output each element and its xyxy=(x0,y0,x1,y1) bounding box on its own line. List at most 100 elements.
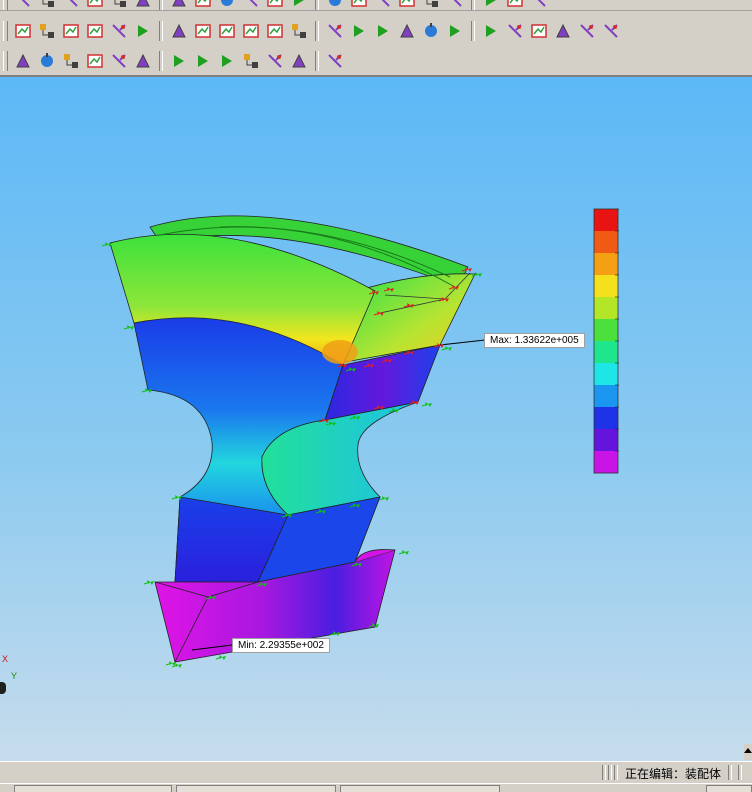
iso-clipping-icon[interactable] xyxy=(480,20,502,42)
temperature-icon[interactable] xyxy=(216,20,238,42)
axis-triad: X Y xyxy=(0,652,20,702)
zoom-out-icon[interactable] xyxy=(324,0,346,11)
toolbar-separator xyxy=(315,21,319,41)
next-frame-icon[interactable] xyxy=(216,50,238,72)
probe-icon[interactable] xyxy=(528,20,550,42)
legend-color-band xyxy=(594,297,618,320)
legend-color-band xyxy=(594,209,618,232)
triad-arrow-icon xyxy=(0,682,6,694)
section-clipping-icon[interactable] xyxy=(504,20,526,42)
plot-strain-icon[interactable] xyxy=(348,20,370,42)
connector-icon[interactable] xyxy=(168,20,190,42)
stress-plot-model xyxy=(101,215,486,668)
edit-definition-icon[interactable] xyxy=(12,50,34,72)
fixture-marker xyxy=(441,346,452,351)
mesh-icon[interactable] xyxy=(240,20,262,42)
taskbar-item[interactable] xyxy=(14,785,172,792)
restraint-icon[interactable] xyxy=(36,20,58,42)
legend-color-band xyxy=(594,275,618,298)
thermal-icon[interactable] xyxy=(132,20,154,42)
legend-color-band xyxy=(594,341,618,364)
toolbar-separator xyxy=(315,0,319,10)
pan-icon[interactable] xyxy=(372,0,394,11)
toolbar-separator xyxy=(159,21,163,41)
run-icon[interactable] xyxy=(264,20,286,42)
legend-color-band xyxy=(594,451,618,474)
max-stress-label: Max: 1.33622e+005 xyxy=(484,333,585,348)
properties-icon[interactable] xyxy=(132,0,154,11)
settings-icon[interactable] xyxy=(60,50,82,72)
spring-icon[interactable] xyxy=(192,20,214,42)
record-icon[interactable] xyxy=(168,50,190,72)
first-frame-icon[interactable] xyxy=(192,50,214,72)
view-orientation-icon[interactable] xyxy=(396,0,418,11)
status-divider xyxy=(728,765,732,780)
rotate-icon[interactable] xyxy=(348,0,370,11)
stop-icon[interactable] xyxy=(132,50,154,72)
toolbar-grip[interactable] xyxy=(3,0,8,10)
scroll-arrow[interactable] xyxy=(744,744,752,760)
report-icon[interactable] xyxy=(552,20,574,42)
taskbar-item[interactable] xyxy=(340,785,500,792)
graphics-viewport[interactable]: Max: 1.33622e+005 Min: 2.29355e+002 X Y xyxy=(0,77,752,761)
search-icon[interactable] xyxy=(108,0,130,11)
fixture-marker xyxy=(165,661,176,666)
toolbar-separator xyxy=(159,0,163,10)
fixture-icon[interactable] xyxy=(12,20,34,42)
fixture-marker xyxy=(123,325,134,330)
cosmos-icon[interactable] xyxy=(216,0,238,11)
taskbar-item[interactable] xyxy=(706,785,752,792)
plot-displacement-icon[interactable] xyxy=(324,20,346,42)
pointer-icon[interactable] xyxy=(240,50,262,72)
hidden-lines-icon[interactable] xyxy=(504,0,526,11)
play-icon[interactable] xyxy=(420,20,442,42)
animate-icon[interactable] xyxy=(444,20,466,42)
display-mode-icon[interactable] xyxy=(444,0,466,11)
status-divider xyxy=(608,765,612,780)
section-view-icon[interactable] xyxy=(420,0,442,11)
link-icon[interactable] xyxy=(288,50,310,72)
reference-plane-icon[interactable] xyxy=(60,0,82,11)
toolbar-separator xyxy=(159,51,163,71)
toolbar-grip[interactable] xyxy=(3,51,8,71)
plot-deformation-icon[interactable] xyxy=(372,20,394,42)
legend-color-band xyxy=(594,319,618,342)
draw-icon[interactable] xyxy=(84,0,106,11)
plot-stress-icon[interactable] xyxy=(288,20,310,42)
design-check-icon[interactable] xyxy=(600,20,622,42)
display-icon[interactable] xyxy=(108,50,130,72)
sketch-icon[interactable] xyxy=(192,0,214,11)
compare-icon[interactable] xyxy=(576,20,598,42)
toolbar-row-2 xyxy=(0,18,752,44)
study-properties-icon[interactable] xyxy=(84,50,106,72)
toolbar-separator xyxy=(315,51,319,71)
toolbar-grip[interactable] xyxy=(3,21,8,41)
list-results-icon[interactable] xyxy=(396,20,418,42)
load-icon[interactable] xyxy=(84,20,106,42)
status-divider xyxy=(614,765,618,780)
toolbar-row-3 xyxy=(0,47,752,77)
chart-options-icon[interactable] xyxy=(36,50,58,72)
shaded-icon[interactable] xyxy=(480,0,502,11)
fixture-marker xyxy=(143,580,154,585)
zoom-area-icon[interactable] xyxy=(264,0,286,11)
smart-dimension-icon[interactable] xyxy=(168,0,190,11)
triad-y-label: Y xyxy=(11,671,18,681)
status-divider xyxy=(738,765,742,780)
zoom-fit-icon[interactable] xyxy=(240,0,262,11)
refresh-icon[interactable] xyxy=(264,50,286,72)
zoom-in-icon[interactable] xyxy=(288,0,310,11)
force-icon[interactable] xyxy=(60,20,82,42)
fixture-marker xyxy=(215,655,226,660)
legend-color-band xyxy=(594,231,618,254)
wireframe-icon[interactable] xyxy=(528,0,550,11)
status-divider xyxy=(602,765,606,780)
stress-legend-bar xyxy=(593,208,619,474)
status-bar: 正在编辑：装配体 xyxy=(0,761,752,784)
status-text: 正在编辑：装配体 xyxy=(625,767,722,781)
apple-icon[interactable] xyxy=(324,50,346,72)
taskbar-item[interactable] xyxy=(176,785,336,792)
rib-icon[interactable] xyxy=(36,0,58,11)
gravity-icon[interactable] xyxy=(108,20,130,42)
hole-wizard-icon[interactable] xyxy=(12,0,34,11)
